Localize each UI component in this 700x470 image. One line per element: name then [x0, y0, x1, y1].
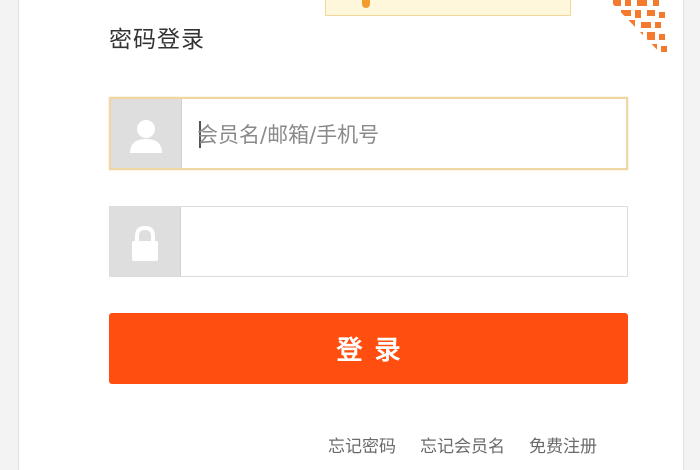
- username-icon-box: [111, 99, 182, 168]
- forgot-username-link[interactable]: 忘记会员名: [420, 432, 505, 457]
- help-links: 忘记密码 忘记会员名 免费注册: [328, 432, 597, 457]
- username-input[interactable]: [195, 99, 619, 170]
- login-panel: 密码登录 登录 忘记密码 忘记会员名 免费注册: [18, 0, 684, 470]
- username-field[interactable]: [109, 97, 628, 170]
- login-button[interactable]: 登录: [109, 313, 628, 384]
- user-icon: [130, 120, 162, 153]
- page-title: 密码登录: [109, 27, 205, 53]
- lock-icon: [132, 225, 158, 261]
- password-icon-box: [110, 207, 181, 276]
- qr-code-icon: [609, 0, 669, 62]
- password-input[interactable]: [194, 207, 618, 278]
- forgot-password-link[interactable]: 忘记密码: [328, 432, 396, 457]
- location-pin-icon: [362, 0, 370, 8]
- password-field[interactable]: [109, 206, 628, 278]
- register-link[interactable]: 免费注册: [529, 432, 597, 457]
- qr-code-login-toggle[interactable]: [609, 0, 669, 66]
- security-tip-banner: [325, 0, 571, 16]
